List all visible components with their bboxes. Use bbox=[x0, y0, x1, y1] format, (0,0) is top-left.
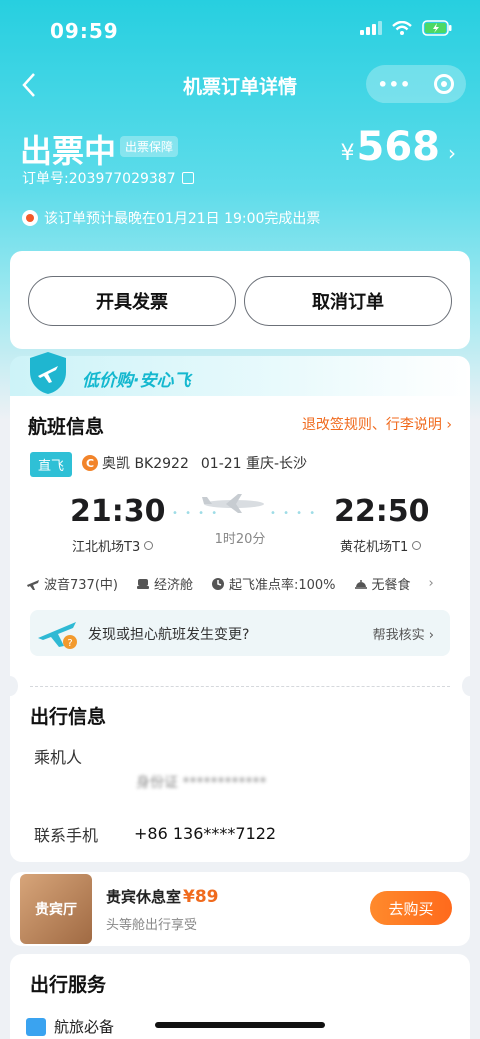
status-bar: 09:59 bbox=[0, 0, 480, 62]
promo-text: 低价购·安心飞 bbox=[82, 371, 191, 391]
meal-attr: 无餐食 bbox=[354, 574, 411, 593]
chevron-right-icon: › bbox=[448, 141, 456, 165]
copy-icon[interactable] bbox=[181, 172, 194, 184]
clock-icon bbox=[211, 577, 224, 590]
aircraft-type: 波音737(中) bbox=[44, 578, 118, 593]
airline-info: C 奥凯 BK2922 01-21 重庆-长沙 bbox=[82, 453, 307, 473]
departure-airport[interactable]: 江北机场T3 bbox=[72, 536, 154, 555]
arrival-airport[interactable]: 黄花机场T1 bbox=[340, 536, 422, 555]
seat-icon bbox=[136, 578, 149, 589]
close-target-icon[interactable] bbox=[434, 74, 455, 94]
promo-banner: 低价购·安心飞 bbox=[10, 352, 470, 400]
service-item[interactable]: 航旅必备 bbox=[26, 1016, 114, 1037]
shield-plane-icon bbox=[30, 352, 66, 394]
cancel-order-button[interactable]: 取消订单 bbox=[244, 276, 452, 326]
ticketing-notice: 该订单预计最晚在01月21日 19:00完成出票 bbox=[22, 208, 320, 228]
location-icon bbox=[412, 541, 422, 550]
luggage-icon bbox=[26, 1017, 46, 1036]
lounge-title-text: 贵宾休息室 bbox=[106, 888, 182, 906]
cabin-attr: 经济舱 bbox=[136, 574, 193, 593]
order-number: 订单号:203977029387 bbox=[22, 168, 194, 188]
ontime-attr: 起飞准点率:100% bbox=[211, 574, 336, 593]
buy-lounge-button[interactable]: 去购买 bbox=[370, 891, 452, 925]
departure-time: 21:30 bbox=[70, 494, 166, 529]
check-text: 发现或担心航班发生变更? bbox=[88, 627, 250, 643]
chevron-right-icon: › bbox=[446, 417, 452, 433]
cabin-class: 经济舱 bbox=[153, 578, 193, 593]
alert-icon bbox=[22, 210, 38, 226]
flight-attributes[interactable]: 波音737(中) 经济舱 起飞准点率:100% 无餐食 › bbox=[26, 574, 456, 593]
phone-label: 联系手机 bbox=[34, 826, 99, 845]
passenger-id-masked: 身份证 ************ bbox=[136, 775, 267, 791]
flight-change-check[interactable]: ? 发现或担心航班发生变更? 帮我核实 › bbox=[30, 610, 450, 656]
airline-logo-icon: C bbox=[82, 455, 98, 471]
mini-program-capsule: ••• bbox=[366, 65, 466, 103]
lounge-card[interactable]: 贵宾厅 贵宾休息室 ¥89 头等舱出行享受 去购买 bbox=[10, 872, 470, 946]
meal-cloche-icon bbox=[354, 579, 367, 589]
lounge-title: 贵宾休息室 ¥89 bbox=[106, 886, 219, 907]
lounge-subtitle: 头等舱出行享受 bbox=[106, 918, 198, 933]
invoice-button[interactable]: 开具发票 bbox=[28, 276, 236, 326]
meal-info: 无餐食 bbox=[371, 578, 411, 593]
wifi-icon bbox=[392, 21, 412, 35]
ticket-notch-left bbox=[2, 676, 18, 696]
dashed-divider bbox=[30, 686, 450, 687]
order-status: 出票中 bbox=[20, 132, 117, 170]
airline-flight-no: 奥凯 BK2922 bbox=[102, 456, 189, 472]
plane-small-icon bbox=[27, 579, 39, 590]
more-icon[interactable]: ••• bbox=[378, 75, 412, 94]
flight-section-title: 航班信息 bbox=[28, 416, 105, 438]
verify-link-text: 帮我核实 bbox=[372, 628, 425, 643]
order-price: 568 bbox=[356, 124, 441, 170]
direct-flight-tag: 直飞 bbox=[30, 452, 73, 477]
departure-airport-name: 江北机场T3 bbox=[72, 540, 141, 555]
currency-symbol: ¥ bbox=[340, 141, 355, 166]
aircraft-attr: 波音737(中) bbox=[26, 574, 118, 593]
rules-link-text: 退改签规则、行李说明 bbox=[301, 417, 442, 433]
arrival-airport-name: 黄花机场T1 bbox=[340, 540, 409, 555]
arrival-time: 22:50 bbox=[334, 494, 430, 529]
battery-icon bbox=[422, 20, 452, 36]
status-icons bbox=[360, 20, 452, 36]
signal-icon bbox=[360, 21, 382, 35]
svg-text:?: ? bbox=[67, 638, 72, 649]
notice-text: 该订单预计最晚在01月21日 19:00完成出票 bbox=[44, 211, 321, 227]
flight-date-route: 01-21 重庆-长沙 bbox=[200, 456, 308, 472]
status-time: 09:59 bbox=[50, 19, 119, 43]
location-icon bbox=[144, 541, 154, 550]
route-dots-right: • • • • bbox=[270, 508, 318, 519]
travel-section-title: 出行信息 bbox=[30, 706, 107, 728]
ontime-rate: 起飞准点率:100% bbox=[228, 578, 336, 593]
plane-question-icon: ? bbox=[38, 622, 77, 649]
airplane-icon bbox=[202, 494, 264, 513]
passenger-label: 乘机人 bbox=[34, 748, 83, 767]
rules-link[interactable]: 退改签规则、行李说明 › bbox=[302, 414, 452, 434]
chevron-right-icon: › bbox=[428, 576, 434, 591]
ticket-notch-right bbox=[462, 676, 478, 696]
home-indicator bbox=[155, 1022, 325, 1028]
service-item-label: 航旅必备 bbox=[54, 1018, 115, 1036]
contact-phone: +86 136****7122 bbox=[134, 824, 277, 843]
lounge-price: ¥89 bbox=[183, 887, 219, 907]
services-section-title: 出行服务 bbox=[30, 974, 107, 996]
guarantee-badge: 出票保障 bbox=[120, 136, 179, 157]
order-number-text: 订单号:203977029387 bbox=[22, 171, 176, 187]
lounge-image: 贵宾厅 bbox=[20, 874, 92, 944]
verify-link[interactable]: 帮我核实 › bbox=[373, 624, 434, 643]
nav-bar: 机票订单详情 ••• bbox=[0, 62, 480, 110]
price-button[interactable]: ¥ 568 › bbox=[341, 124, 457, 170]
order-actions-card: 开具发票 取消订单 bbox=[10, 251, 470, 349]
flight-info-card: 航班信息 退改签规则、行李说明 › 直飞 C 奥凯 BK2922 01-21 重… bbox=[2, 396, 478, 862]
